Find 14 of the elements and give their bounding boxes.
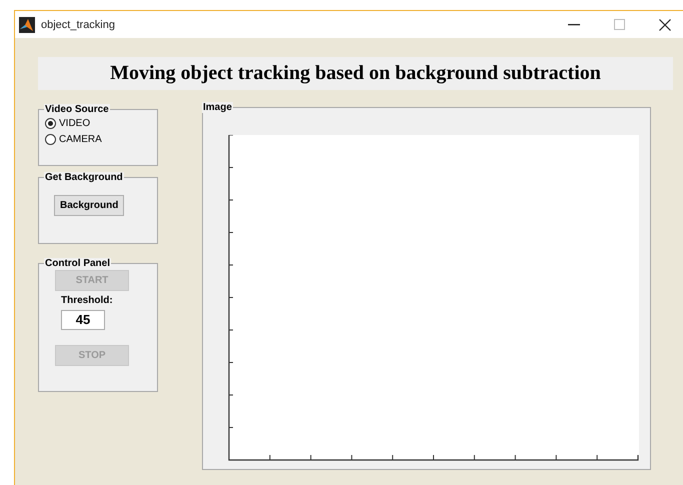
panel-title: Control Panel <box>44 258 112 269</box>
background-button[interactable]: Background <box>54 195 124 216</box>
minimize-icon[interactable] <box>568 24 580 26</box>
threshold-field[interactable]: 45 <box>61 310 105 330</box>
close-icon[interactable] <box>659 18 671 30</box>
panel-title: Image <box>202 102 233 113</box>
panel-title: Video Source <box>44 104 110 115</box>
panel-title: Get Background <box>44 172 124 183</box>
heading-banner: Moving object tracking based on background subtraction <box>38 57 673 90</box>
window-title: object_tracking <box>41 18 115 30</box>
threshold-label: Threshold: <box>61 295 113 306</box>
radio-option[interactable]: VIDEO <box>45 117 151 129</box>
radio-option[interactable]: CAMERA <box>45 133 151 145</box>
app-logo-icon <box>19 16 35 32</box>
